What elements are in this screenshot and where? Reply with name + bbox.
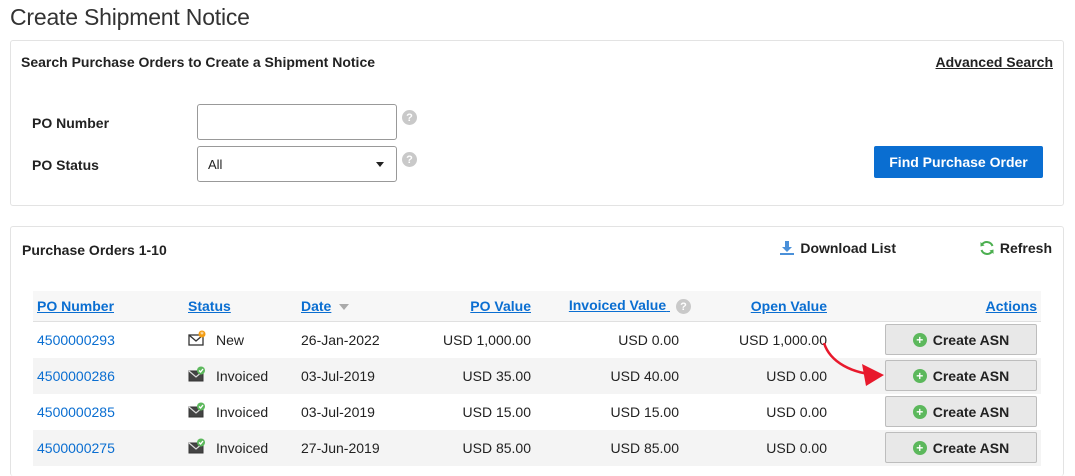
- po-number-link[interactable]: 4500000285: [37, 404, 115, 420]
- invoiced-value-header-label: Invoiced Value: [568, 297, 667, 314]
- download-icon: [780, 241, 795, 255]
- invoiced-value-cell: USD 85.00: [535, 429, 695, 466]
- invoiced-value-cell: USD 40.00: [535, 357, 695, 394]
- envelope-new-icon: *: [188, 330, 206, 349]
- sort-descending-icon: [339, 304, 350, 311]
- date-cell: 26-Jan-2022: [297, 321, 415, 358]
- po-number-input[interactable]: [197, 104, 397, 140]
- download-list-button[interactable]: Download List: [779, 240, 896, 256]
- open-value-cell: USD 0.00: [695, 429, 831, 466]
- column-header-status[interactable]: Status: [184, 291, 297, 322]
- caret-down-icon: [376, 162, 384, 167]
- refresh-label: Refresh: [999, 240, 1052, 256]
- column-header-open-value[interactable]: Open Value: [695, 291, 831, 322]
- date-cell: 03-Jul-2019: [297, 393, 415, 430]
- column-header-po-number[interactable]: PO Number: [33, 291, 184, 322]
- create-asn-label: Create ASN: [932, 403, 1010, 420]
- status-text: Invoiced: [216, 403, 269, 420]
- results-heading: Purchase Orders 1-10: [22, 242, 167, 258]
- create-asn-button[interactable]: + Create ASN: [885, 396, 1037, 427]
- search-heading: Search Purchase Orders to Create a Shipm…: [21, 54, 376, 70]
- po-number-link[interactable]: 4500000293: [37, 332, 115, 348]
- purchase-orders-table: PO Number Status Date PO Value Invoiced …: [33, 291, 1041, 466]
- status-text: Invoiced: [216, 367, 269, 384]
- create-asn-label: Create ASN: [932, 439, 1010, 456]
- svg-text:*: *: [200, 331, 204, 339]
- po-number-label: PO Number: [32, 115, 110, 131]
- results-panel: Purchase Orders 1-10 Download List Refre…: [10, 226, 1064, 476]
- plus-circle-icon: +: [912, 404, 927, 419]
- advanced-search-link[interactable]: Advanced Search: [936, 54, 1054, 70]
- po-status-select[interactable]: All: [197, 146, 397, 182]
- column-header-actions[interactable]: Actions: [831, 291, 1041, 322]
- find-purchase-order-button[interactable]: Find Purchase Order: [874, 146, 1043, 178]
- invoiced-value-help-icon[interactable]: ?: [676, 299, 691, 315]
- table-row: 4500000275 Invoiced 27-Jun-2019 USD 85.00 US…: [33, 429, 1041, 466]
- search-panel: Search Purchase Orders to Create a Shipm…: [10, 40, 1064, 206]
- po-status-help-icon[interactable]: ?: [402, 152, 417, 167]
- create-asn-label: Create ASN: [932, 331, 1010, 348]
- po-number-help-icon[interactable]: ?: [402, 110, 417, 125]
- column-header-invoiced-value[interactable]: Invoiced Value ?: [535, 291, 695, 322]
- status-text: Invoiced: [216, 439, 269, 456]
- po-value-cell: USD 85.00: [415, 429, 535, 466]
- date-cell: 27-Jun-2019: [297, 429, 415, 466]
- po-status-label: PO Status: [32, 157, 99, 173]
- status-text: New: [216, 331, 245, 348]
- po-value-cell: USD 15.00: [415, 393, 535, 430]
- po-number-link[interactable]: 4500000275: [37, 440, 115, 456]
- table-header-row: PO Number Status Date PO Value Invoiced …: [33, 291, 1041, 322]
- po-value-cell: USD 1,000.00: [415, 321, 535, 358]
- plus-circle-icon: +: [912, 368, 927, 383]
- column-header-po-value[interactable]: PO Value: [415, 291, 535, 322]
- create-asn-label: Create ASN: [932, 367, 1010, 384]
- envelope-check-icon: [188, 438, 206, 457]
- envelope-check-icon: [188, 366, 206, 385]
- refresh-button[interactable]: Refresh: [979, 240, 1052, 256]
- open-value-cell: USD 0.00: [695, 357, 831, 394]
- table-row: 4500000285 Invoiced 03-Jul-2019 USD 15.00 US…: [33, 393, 1041, 430]
- po-value-cell: USD 35.00: [415, 357, 535, 394]
- open-value-cell: USD 1,000.00: [695, 321, 831, 358]
- table-row: 4500000286 Invoiced 03-Jul-2019 USD 35.00 US…: [33, 357, 1041, 394]
- plus-circle-icon: +: [912, 332, 927, 347]
- invoiced-value-cell: USD 0.00: [535, 321, 695, 358]
- date-header-label: Date: [301, 297, 332, 314]
- download-list-label: Download List: [800, 240, 896, 256]
- create-asn-button[interactable]: + Create ASN: [885, 360, 1037, 391]
- table-row: 4500000293 * New 26-Jan-2022 USD 1,000.00 USD…: [33, 321, 1041, 358]
- date-cell: 03-Jul-2019: [297, 357, 415, 394]
- column-header-date[interactable]: Date: [297, 291, 415, 322]
- create-asn-button[interactable]: + Create ASN: [885, 324, 1037, 355]
- po-number-link[interactable]: 4500000286: [37, 368, 115, 384]
- refresh-icon: [980, 241, 994, 255]
- open-value-cell: USD 0.00: [695, 393, 831, 430]
- po-status-selected: All: [208, 156, 223, 172]
- invoiced-value-cell: USD 15.00: [535, 393, 695, 430]
- create-asn-button[interactable]: + Create ASN: [885, 432, 1037, 463]
- page-title: Create Shipment Notice: [10, 4, 250, 30]
- envelope-check-icon: [188, 402, 206, 421]
- plus-circle-icon: +: [912, 440, 927, 455]
